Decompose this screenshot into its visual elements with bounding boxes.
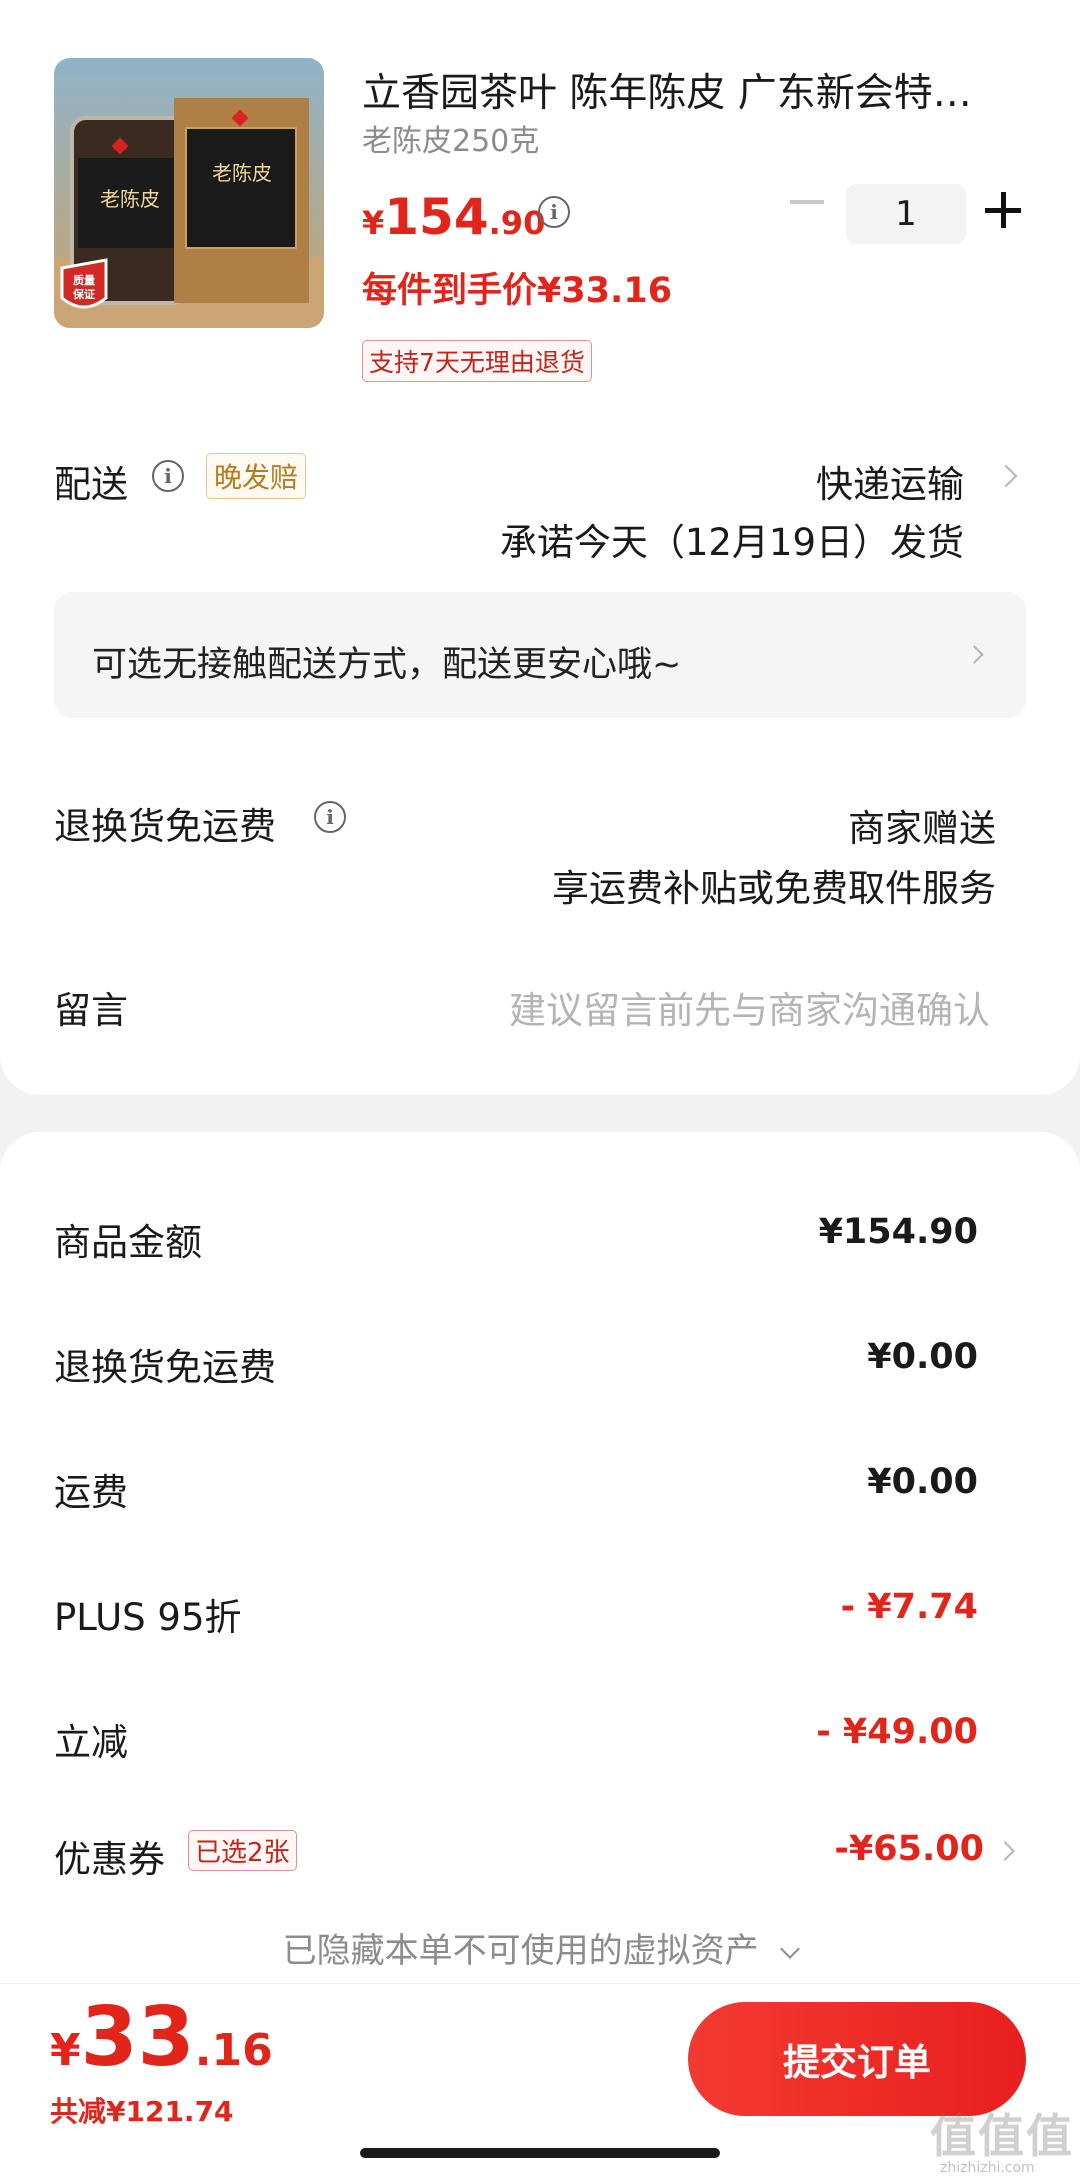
delivery-info-icon[interactable]: i xyxy=(152,460,184,492)
product-title[interactable]: 立香园茶叶 陈年陈皮 广东新会特产... xyxy=(362,62,1002,118)
jar-label-text: 老陈皮 xyxy=(100,187,160,211)
goods-amount-value: ¥154.90 xyxy=(818,1212,978,1252)
contactless-delivery-text: 可选无接触配送方式，配送更安心哦~ xyxy=(92,645,682,685)
quantity-plus-button[interactable] xyxy=(985,192,1021,228)
quantity-input[interactable]: 1 xyxy=(846,184,966,244)
delivery-label: 配送 xyxy=(54,463,128,506)
return-shipping-value: 商家赠送 xyxy=(848,807,996,850)
return-fee-label: 退换货免运费 xyxy=(54,1346,276,1389)
shipping-fee-value: ¥0.00 xyxy=(867,1462,978,1502)
coupon-selected-tag: 已选2张 xyxy=(188,1830,297,1871)
bag-label-text: 老陈皮 xyxy=(212,161,272,185)
submit-order-button[interactable]: 提交订单 xyxy=(688,2002,1026,2116)
return-shipping-label: 退换货免运费 xyxy=(54,805,276,848)
return-shipping-info-icon[interactable]: i xyxy=(314,801,346,833)
svg-text:质量: 质量 xyxy=(73,273,95,287)
hidden-assets-toggle[interactable]: 已隐藏本单不可使用的虚拟资产 xyxy=(0,1923,1080,1972)
plus-discount-label: PLUS 95折 xyxy=(54,1596,242,1639)
message-input[interactable]: 建议留言前先与商家沟通确认 xyxy=(509,980,990,1034)
product-spec[interactable]: 老陈皮250克 xyxy=(362,116,539,160)
coupon-label: 优惠券 xyxy=(54,1838,165,1881)
total-symbol: ¥ xyxy=(50,2025,81,2076)
home-indicator[interactable] xyxy=(360,2148,720,2158)
svg-text:保证: 保证 xyxy=(72,287,95,301)
delivery-method[interactable]: 快递运输 xyxy=(816,454,964,508)
return-shipping-sub: 享运费补贴或免费取件服务 xyxy=(552,867,996,910)
coupon-value[interactable]: -¥65.00 xyxy=(834,1829,984,1869)
product-price: ¥ 154 .90 xyxy=(362,188,545,246)
message-label: 留言 xyxy=(54,989,128,1032)
plus-discount-value: - ¥7.74 xyxy=(840,1587,978,1627)
shipping-fee-label: 运费 xyxy=(54,1471,128,1514)
price-integer: 154 xyxy=(384,188,489,246)
site-watermark: 值值值 xyxy=(930,2109,1074,2163)
delivery-promise: 承诺今天（12月19日）发货 xyxy=(499,521,964,564)
quantity-minus-button[interactable] xyxy=(790,200,824,204)
chevron-down-icon xyxy=(780,1939,801,1959)
instant-discount-label: 立减 xyxy=(54,1721,128,1764)
price-decimal: .90 xyxy=(488,204,546,242)
hidden-assets-text: 已隐藏本单不可使用的虚拟资产 xyxy=(282,1931,759,1971)
total-decimal: .16 xyxy=(194,2025,273,2076)
site-watermark-url: zhizhizhi.com xyxy=(940,2160,1035,2176)
instant-discount-value: - ¥49.00 xyxy=(816,1712,978,1752)
product-image[interactable]: 老陈皮 老陈皮 质量 保证 xyxy=(54,58,324,328)
goods-amount-label: 商品金额 xyxy=(54,1221,202,1264)
total-price: ¥ 33 .16 xyxy=(50,1990,273,2085)
total-saved[interactable]: 共减¥121.74 xyxy=(50,2090,234,2130)
price-info-icon[interactable]: i xyxy=(538,196,570,228)
total-integer: 33 xyxy=(80,1990,195,2085)
price-symbol: ¥ xyxy=(362,204,385,242)
unit-final-price: 每件到手价¥33.16 xyxy=(362,271,673,311)
return-fee-value: ¥0.00 xyxy=(867,1337,978,1377)
late-delivery-compensation-tag: 晚发赔 xyxy=(206,453,307,499)
return-policy-tag: 支持7天无理由退货 xyxy=(362,340,592,382)
